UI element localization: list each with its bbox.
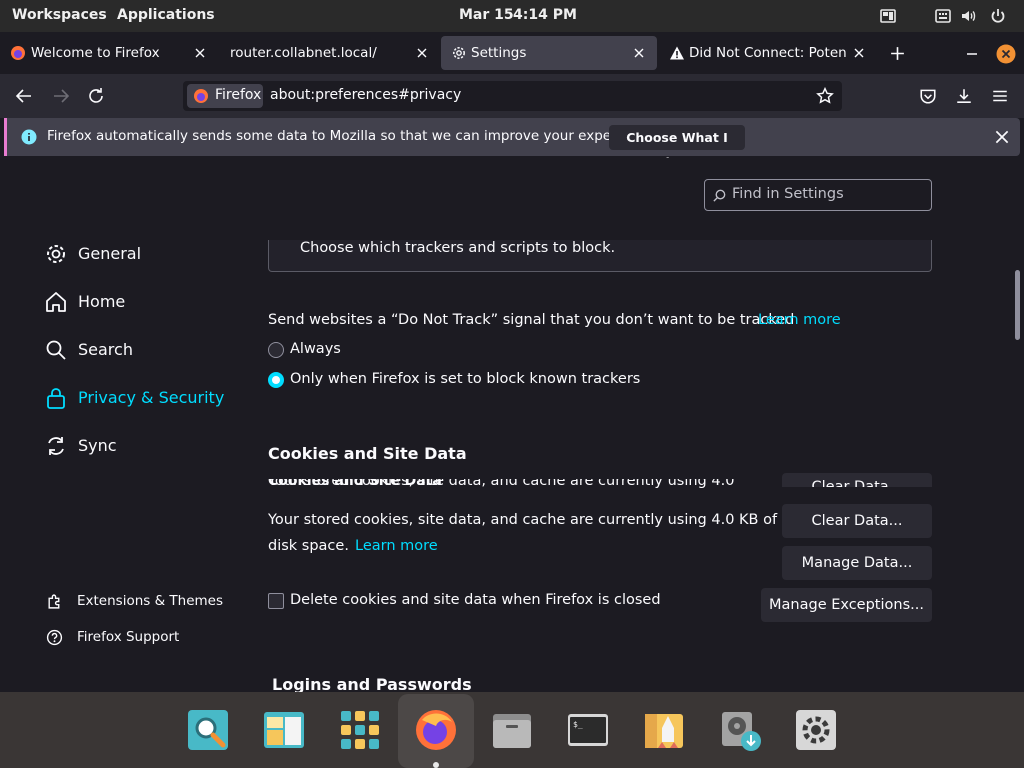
system-top-bar: Workspaces Applications Mar 15 4:14 PM (0, 0, 1024, 32)
firefox-icon (11, 46, 25, 60)
manage-data-button[interactable]: Manage Data... (782, 546, 932, 580)
search-icon (46, 340, 66, 360)
bookmark-star-icon[interactable] (816, 87, 834, 105)
window-tiling-icon[interactable] (880, 8, 896, 24)
puzzle-icon (48, 594, 60, 609)
firefox-dock-icon[interactable] (414, 708, 458, 752)
help-icon (46, 629, 63, 646)
forward-arrow-icon[interactable] (45, 80, 77, 112)
firefox-icon (194, 89, 208, 103)
storage-usage-text: Your stored cookies, site data, and cach… (268, 512, 778, 528)
terminal-icon[interactable]: $_ (566, 708, 610, 752)
clock-date[interactable]: Mar 15 (459, 7, 514, 23)
dnt-description: Send websites a “Do Not Track” signal th… (268, 312, 795, 328)
dnt-always-radio[interactable] (268, 342, 284, 358)
downloads-icon[interactable] (955, 87, 973, 105)
tab-label: Did Not Connect: Potential (689, 45, 847, 61)
minimize-icon[interactable] (964, 45, 980, 61)
manage-exceptions-button[interactable]: Manage Exceptions... (761, 588, 932, 622)
find-placeholder: Find in Settings (732, 186, 844, 202)
clock-time[interactable]: 4:14 PM (513, 7, 577, 23)
close-icon[interactable] (851, 45, 867, 61)
radio-label: Always (290, 341, 341, 357)
apps-grid-icon[interactable] (338, 708, 382, 752)
find-in-settings-input[interactable]: Find in Settings (704, 179, 932, 211)
dnt-only-when-blocking-radio[interactable] (268, 372, 284, 388)
info-icon (21, 129, 37, 145)
tab-did-not-connect[interactable]: Did Not Connect: Potential (659, 36, 877, 70)
pocket-icon[interactable] (919, 87, 937, 105)
delete-cookies-on-close-checkbox[interactable] (268, 593, 284, 609)
disk-installer-icon[interactable] (718, 708, 762, 752)
link-label: Extensions & Themes (77, 593, 224, 609)
close-icon[interactable] (192, 45, 208, 61)
category-label: Home (78, 292, 126, 311)
sync-icon (48, 437, 64, 455)
clear-data-button[interactable]: Clear Data... (782, 504, 932, 538)
search-icon (713, 189, 726, 202)
checkbox-label: Delete cookies and site data when Firefo… (290, 592, 661, 608)
category-label: Privacy & Security (78, 388, 225, 407)
system-settings-icon[interactable] (794, 708, 838, 752)
category-label: Sync (78, 436, 117, 455)
storage-usage-text-line2: disk space. (268, 538, 349, 554)
identity-label: Firefox (215, 87, 262, 103)
tab-strip: Welcome to Firefox router.collabnet.loca… (0, 32, 1024, 74)
home-icon (46, 292, 66, 312)
ghost-text: Your stored cookies, site data, and cach… (268, 479, 738, 489)
svg-text:$_: $_ (573, 720, 583, 729)
navigation-bar: Firefox about:preferences#privacy (0, 74, 1024, 118)
workspaces-button[interactable]: Workspaces (12, 7, 107, 23)
keyboard-icon[interactable] (935, 8, 951, 24)
url-bar[interactable]: Firefox about:preferences#privacy (183, 81, 842, 111)
running-indicator (433, 762, 439, 768)
power-icon[interactable] (990, 8, 1006, 24)
category-label: General (78, 244, 142, 263)
close-icon[interactable] (993, 128, 1011, 146)
tracker-description: Choose which trackers and scripts to blo… (300, 240, 616, 256)
lock-icon (47, 388, 65, 409)
ghost-text-row: Cookies and Site Data Your stored cookie… (268, 479, 738, 491)
gear-icon (47, 245, 65, 263)
cookies-section-heading: Cookies and Site Data (268, 444, 467, 463)
new-tab-icon[interactable] (889, 45, 906, 62)
link-label: Firefox Support (77, 629, 180, 645)
close-icon[interactable] (414, 45, 430, 61)
ghost-clear-data-button: Clear Data... (782, 473, 932, 487)
tab-router[interactable]: router.collabnet.local/ (218, 36, 440, 70)
warning-icon (670, 46, 684, 60)
dock: $_ (0, 692, 1024, 768)
files-icon[interactable] (490, 708, 534, 752)
back-arrow-icon[interactable] (8, 80, 40, 112)
layout-app-icon[interactable] (262, 708, 306, 752)
cookies-learn-more-link[interactable]: Learn more (355, 538, 438, 554)
close-icon[interactable] (631, 45, 647, 61)
scrollbar-thumb[interactable] (1015, 270, 1020, 340)
tab-label: router.collabnet.local/ (230, 45, 377, 61)
tab-label: Settings (471, 45, 527, 61)
volume-icon[interactable] (961, 8, 977, 24)
url-text[interactable]: about:preferences#privacy (270, 87, 461, 103)
applications-button[interactable]: Applications (117, 7, 215, 23)
data-collection-notice: Firefox automatically sends some data to… (4, 118, 1020, 170)
launcher-rocket-icon[interactable] (642, 708, 686, 752)
choose-what-i-share-button[interactable]: Choose What I Share (609, 125, 745, 170)
dnt-learn-more-link[interactable]: Learn more (758, 312, 841, 328)
gear-icon (453, 47, 465, 59)
radio-label: Only when Firefox is set to block known … (290, 371, 641, 387)
logins-section-heading: Logins and Passwords (272, 675, 472, 692)
notice-text: Firefox automatically sends some data to… (47, 128, 658, 144)
tracking-protection-custom-box[interactable]: Choose which trackers and scripts to blo… (268, 240, 932, 272)
tab-welcome[interactable]: Welcome to Firefox (0, 36, 218, 70)
window-close-icon[interactable] (996, 44, 1016, 64)
tab-label: Welcome to Firefox (31, 45, 160, 61)
hamburger-menu-icon[interactable] (991, 87, 1009, 105)
search-app-icon[interactable] (186, 708, 230, 752)
settings-content: Find in Settings General Home Search Pri… (0, 158, 1024, 692)
category-label: Search (78, 340, 133, 359)
tab-settings[interactable]: Settings (441, 36, 657, 70)
reload-icon[interactable] (80, 80, 112, 112)
identity-box[interactable]: Firefox (187, 84, 263, 108)
